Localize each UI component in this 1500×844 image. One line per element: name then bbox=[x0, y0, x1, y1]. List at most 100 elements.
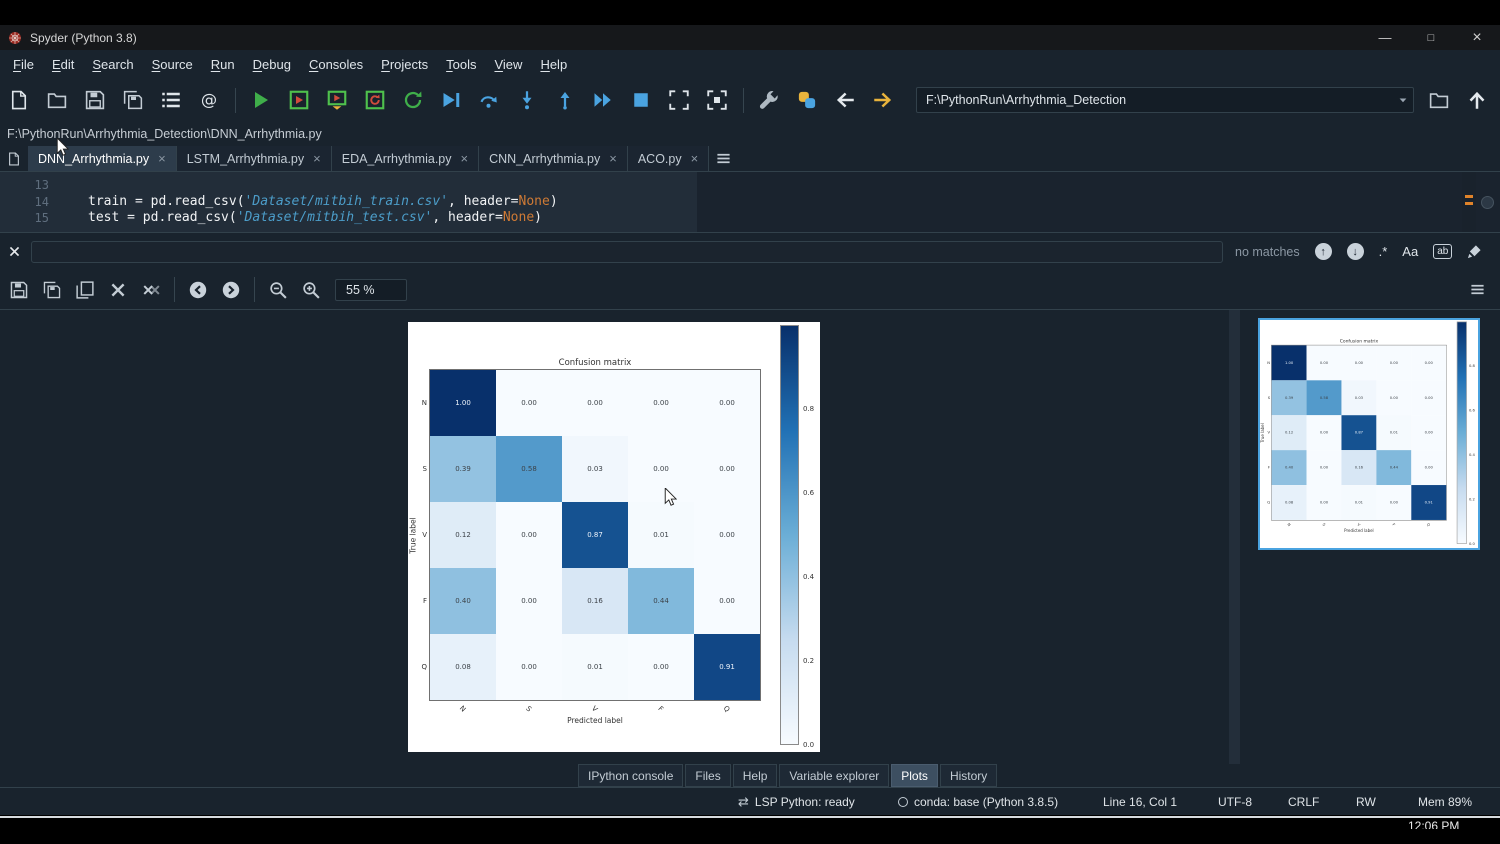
menu-view[interactable]: View bbox=[485, 53, 531, 76]
maximize-button[interactable]: □ bbox=[1408, 25, 1454, 50]
fullscreen-button[interactable] bbox=[702, 85, 732, 115]
parent-directory-button[interactable] bbox=[1462, 85, 1492, 115]
minimize-button[interactable]: — bbox=[1362, 25, 1408, 50]
previous-plot-button[interactable] bbox=[185, 277, 211, 303]
file-switcher-button[interactable] bbox=[156, 85, 186, 115]
save-all-button[interactable] bbox=[118, 85, 148, 115]
new-file-button[interactable] bbox=[4, 85, 34, 115]
pane-tab-history[interactable]: History bbox=[940, 764, 997, 787]
regex-toggle-button[interactable]: .* bbox=[1379, 244, 1388, 259]
menu-source[interactable]: Source bbox=[143, 53, 202, 76]
find-input[interactable] bbox=[31, 241, 1223, 263]
editor-scrollbar[interactable] bbox=[1462, 172, 1476, 232]
tab-eda-arrhythmia-py[interactable]: EDA_Arrhythmia.py× bbox=[332, 146, 479, 171]
step-into-button[interactable] bbox=[512, 85, 542, 115]
remove-all-plots-button[interactable] bbox=[138, 277, 164, 303]
editor-options-button[interactable] bbox=[710, 146, 736, 171]
conda-status: conda: base (Python 3.8.5) bbox=[914, 795, 1058, 809]
working-directory-input[interactable] bbox=[917, 93, 1397, 107]
open-file-button[interactable] bbox=[42, 85, 72, 115]
pane-tab-help[interactable]: Help bbox=[733, 764, 778, 787]
plots-scrollbar[interactable] bbox=[1229, 310, 1240, 764]
debug-continue-button[interactable] bbox=[588, 85, 618, 115]
menu-file[interactable]: File bbox=[4, 53, 43, 76]
step-over-button[interactable] bbox=[474, 85, 504, 115]
tab-dnn-arrhythmia-py[interactable]: DNN_Arrhythmia.py× bbox=[28, 146, 177, 171]
preferences-button[interactable] bbox=[754, 85, 784, 115]
menu-run[interactable]: Run bbox=[202, 53, 244, 76]
pane-tab-plots[interactable]: Plots bbox=[891, 764, 938, 787]
pane-tab-variable-explorer[interactable]: Variable explorer bbox=[779, 764, 889, 787]
matrix-cell: 0.01 bbox=[1376, 415, 1411, 450]
run-file-button[interactable] bbox=[246, 85, 276, 115]
previous-cursor-position-button[interactable] bbox=[830, 85, 860, 115]
tab-close-icon[interactable]: × bbox=[313, 152, 321, 165]
save-all-plots-button[interactable] bbox=[39, 277, 65, 303]
menu-edit[interactable]: Edit bbox=[43, 53, 83, 76]
plots-options-button[interactable] bbox=[1462, 275, 1492, 305]
pane-tab-files[interactable]: Files bbox=[685, 764, 730, 787]
tab-close-icon[interactable]: × bbox=[691, 152, 699, 165]
remove-plot-button[interactable] bbox=[105, 277, 131, 303]
scroll-marker bbox=[1465, 202, 1473, 205]
code-text: train = pd.read_csv('Dataset/mitbih_trai… bbox=[62, 194, 558, 211]
browse-directory-button[interactable] bbox=[1424, 85, 1454, 115]
menu-debug[interactable]: Debug bbox=[244, 53, 300, 76]
plot-thumbnail[interactable]: Confusion matrix1.000.000.000.000.000.39… bbox=[1258, 318, 1480, 550]
tab-lstm-arrhythmia-py[interactable]: LSTM_Arrhythmia.py× bbox=[177, 146, 332, 171]
pythonpath-manager-button[interactable] bbox=[792, 85, 822, 115]
matrix-cell: 0.00 bbox=[1307, 415, 1342, 450]
whole-words-toggle-button[interactable]: ab bbox=[1433, 244, 1452, 259]
save-plot-button[interactable] bbox=[6, 277, 32, 303]
menu-projects[interactable]: Projects bbox=[372, 53, 437, 76]
code-editor[interactable]: 1314train = pd.read_csv('Dataset/mitbih_… bbox=[0, 172, 1500, 232]
rerun-script-button[interactable] bbox=[398, 85, 428, 115]
tab-close-icon[interactable]: × bbox=[609, 152, 617, 165]
next-cursor-position-button[interactable] bbox=[868, 85, 898, 115]
colorbar-tick: 0.4 bbox=[1469, 453, 1475, 457]
find-next-button[interactable]: ↓ bbox=[1347, 243, 1364, 260]
run-cell-advance-button[interactable] bbox=[322, 85, 352, 115]
copy-plot-button[interactable] bbox=[72, 277, 98, 303]
next-cursor-position-icon bbox=[873, 90, 893, 110]
scroll-flag-button[interactable] bbox=[1481, 196, 1494, 209]
step-return-button[interactable] bbox=[550, 85, 580, 115]
save-file-button[interactable] bbox=[80, 85, 110, 115]
menu-help[interactable]: Help bbox=[531, 53, 576, 76]
pane-tab-ipython-console[interactable]: IPython console bbox=[578, 764, 683, 787]
tab-close-icon[interactable]: × bbox=[461, 152, 469, 165]
x-tick-label: N bbox=[458, 704, 467, 713]
next-plot-button[interactable] bbox=[218, 277, 244, 303]
matrix-cell: 0.40 bbox=[1272, 450, 1307, 485]
menu-label: S bbox=[92, 57, 101, 72]
colorbar-tick: 0.6 bbox=[803, 489, 814, 497]
x-tick-label: S bbox=[1321, 522, 1326, 527]
zoom-out-button[interactable] bbox=[265, 277, 291, 303]
tab-close-icon[interactable]: × bbox=[158, 152, 166, 165]
tab-cnn-arrhythmia-py[interactable]: CNN_Arrhythmia.py× bbox=[479, 146, 628, 171]
case-sensitive-toggle-button[interactable]: Aa bbox=[1402, 244, 1418, 259]
tab-aco-py[interactable]: ACO.py× bbox=[628, 146, 709, 171]
menu-consoles[interactable]: Consoles bbox=[300, 53, 372, 76]
stop-debug-button[interactable] bbox=[626, 85, 656, 115]
working-directory-combo[interactable] bbox=[916, 87, 1414, 113]
browse-tabs-button[interactable] bbox=[1, 146, 27, 171]
menu-label-rest: ile bbox=[21, 57, 34, 72]
matrix-cell: 0.12 bbox=[1272, 415, 1307, 450]
maximize-pane-button[interactable] bbox=[664, 85, 694, 115]
rerun-cell-button[interactable] bbox=[360, 85, 390, 115]
zoom-in-button[interactable] bbox=[298, 277, 324, 303]
find-previous-button[interactable]: ↑ bbox=[1315, 243, 1332, 260]
x-tick-label: S bbox=[524, 705, 533, 714]
find-symbols-button[interactable] bbox=[194, 85, 224, 115]
close-find-icon[interactable] bbox=[8, 245, 21, 258]
highlight-matches-toggle-button[interactable] bbox=[1467, 244, 1482, 259]
run-cell-button[interactable] bbox=[284, 85, 314, 115]
matrix-cell: 0.00 bbox=[496, 370, 562, 436]
menu-tools[interactable]: Tools bbox=[437, 53, 485, 76]
debug-file-button[interactable] bbox=[436, 85, 466, 115]
menu-search[interactable]: Search bbox=[83, 53, 142, 76]
matrix-cell: 0.03 bbox=[1341, 380, 1376, 415]
close-button[interactable]: × bbox=[1454, 25, 1500, 50]
chevron-down-icon[interactable] bbox=[1397, 94, 1409, 106]
